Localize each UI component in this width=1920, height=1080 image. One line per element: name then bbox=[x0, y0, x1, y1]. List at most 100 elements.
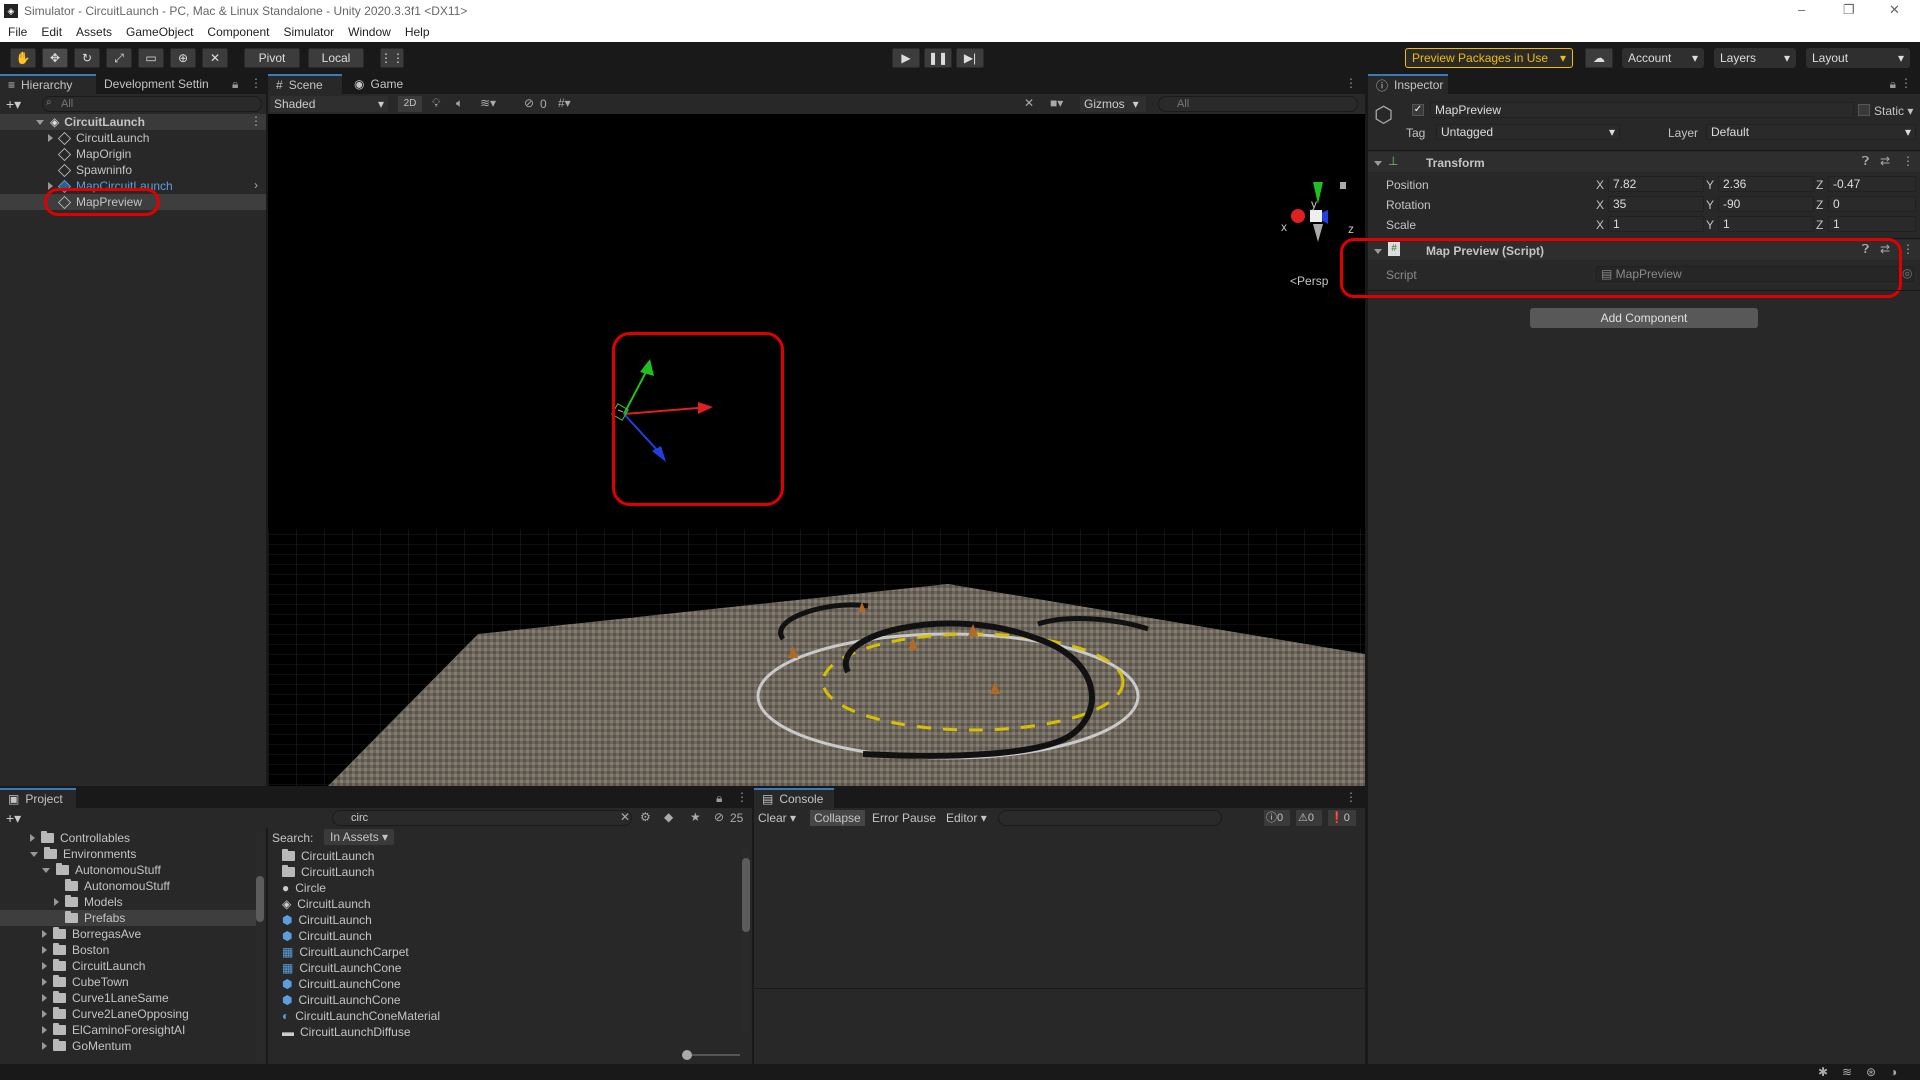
lock-icon[interactable]: 🔒︎ bbox=[232, 77, 238, 92]
search-by-type-icon[interactable]: ⚙ bbox=[640, 810, 651, 824]
project-tree-item[interactable]: Prefabs bbox=[54, 910, 125, 926]
axis-x-label[interactable]: X bbox=[1596, 178, 1604, 192]
expand-icon[interactable] bbox=[30, 834, 35, 842]
play-button[interactable]: ▶ bbox=[892, 48, 920, 68]
scale-z-input[interactable]: 1 bbox=[1828, 216, 1916, 232]
audio-icon[interactable]: 🔈︎ bbox=[456, 96, 463, 111]
zoom-slider-thumb[interactable] bbox=[682, 1050, 692, 1060]
transform-tool-icon[interactable]: ⊕ bbox=[170, 48, 196, 68]
hand-tool-icon[interactable]: ✋ bbox=[10, 48, 36, 68]
hidden-objects-icon[interactable]: ⊘ bbox=[524, 96, 534, 110]
orientation-center-cube[interactable] bbox=[1310, 210, 1322, 222]
active-checkbox[interactable]: ✓ bbox=[1412, 104, 1424, 116]
tab-scene[interactable]: # Scene bbox=[268, 74, 342, 94]
position-x-input[interactable]: 7.82 bbox=[1608, 176, 1704, 192]
search-result-item[interactable]: ⬢ CircuitLaunch bbox=[282, 928, 372, 944]
search-result-item[interactable]: ⬢ CircuitLaunchCone bbox=[282, 992, 401, 1008]
warning-count-toggle[interactable]: ⚠0 bbox=[1296, 810, 1322, 826]
project-tree-item[interactable]: Boston bbox=[42, 942, 109, 958]
zoom-slider-track[interactable] bbox=[684, 1054, 740, 1056]
expand-icon[interactable] bbox=[30, 851, 38, 857]
custom-tool-icon[interactable]: ✕ bbox=[202, 48, 228, 68]
shading-dropdown[interactable]: Shaded ▾ bbox=[270, 96, 388, 112]
static-label[interactable]: Static ▾ bbox=[1874, 104, 1913, 118]
rect-tool-icon[interactable]: ▭ bbox=[138, 48, 164, 68]
move-tool-icon[interactable]: ✥ bbox=[42, 48, 68, 68]
expand-icon[interactable] bbox=[42, 1042, 47, 1050]
expand-icon[interactable] bbox=[36, 119, 44, 125]
help-icon[interactable]: ❓︎ bbox=[1862, 154, 1869, 169]
results-scrollbar[interactable] bbox=[742, 848, 750, 1032]
axis-x-label[interactable]: X bbox=[1596, 198, 1604, 212]
pause-button[interactable]: ❚❚ bbox=[924, 48, 952, 68]
search-result-item[interactable]: ▦ CircuitLaunchCone bbox=[282, 960, 401, 976]
tab-project[interactable]: ▣ Project bbox=[0, 788, 76, 808]
menu-component[interactable]: Component bbox=[207, 25, 269, 39]
rotate-tool-icon[interactable]: ↻ bbox=[74, 48, 100, 68]
tab-hierarchy[interactable]: ≡ Hierarchy bbox=[0, 74, 96, 94]
favorite-icon[interactable]: ★ bbox=[690, 810, 701, 824]
search-result-item[interactable]: ● Circle bbox=[282, 880, 326, 896]
preset-icon[interactable]: ⇄ bbox=[1880, 154, 1890, 168]
expand-icon[interactable] bbox=[42, 994, 47, 1002]
minimize-icon[interactable]: – bbox=[1798, 2, 1805, 17]
project-tree-item[interactable]: Curve1LaneSame bbox=[42, 990, 169, 1006]
menu-file[interactable]: File bbox=[8, 25, 27, 39]
axis-x-label[interactable]: X bbox=[1596, 218, 1604, 232]
add-icon[interactable]: +▾ bbox=[6, 810, 21, 827]
lock-icon[interactable] bbox=[1340, 182, 1346, 189]
layers-icon[interactable]: ≋ bbox=[1842, 1065, 1852, 1079]
component-menu-icon[interactable]: ⋮ bbox=[1902, 154, 1914, 168]
grid-icon[interactable]: #▾ bbox=[558, 96, 571, 110]
project-tree-item[interactable]: AutonomouStuff bbox=[42, 862, 161, 878]
axis-z-label[interactable]: Z bbox=[1816, 178, 1823, 192]
hidden-packages-icon[interactable]: ⊘ bbox=[714, 810, 724, 824]
expand-icon[interactable] bbox=[42, 1010, 47, 1018]
search-result-item[interactable]: ▬ CircuitLaunchDiffuse bbox=[282, 1024, 411, 1040]
more-icon[interactable]: ⋮ bbox=[1345, 76, 1357, 90]
rotation-y-input[interactable]: -90 bbox=[1718, 196, 1814, 212]
scene-root[interactable]: ◈ CircuitLaunch bbox=[36, 114, 145, 130]
hierarchy-item-maporigin[interactable]: MapOrigin bbox=[57, 146, 131, 162]
project-tree-item[interactable]: Curve2LaneOpposing bbox=[42, 1006, 189, 1022]
expand-icon[interactable] bbox=[42, 978, 47, 986]
object-picker-icon[interactable]: ◎ bbox=[1902, 266, 1912, 280]
search-result-item[interactable]: ◈ CircuitLaunch bbox=[282, 896, 371, 912]
search-result-item[interactable]: CircuitLaunch bbox=[282, 864, 374, 880]
more-icon[interactable]: ⋮ bbox=[1345, 790, 1357, 804]
project-tree-item[interactable]: CubeTown bbox=[42, 974, 129, 990]
static-checkbox[interactable] bbox=[1858, 104, 1870, 116]
search-result-item[interactable]: ⬢ CircuitLaunch bbox=[282, 912, 372, 928]
clear-search-icon[interactable]: ✕ bbox=[620, 810, 630, 824]
grid-snap-icon[interactable]: ⋮⋮ bbox=[380, 48, 404, 68]
project-search-input[interactable]: circ bbox=[332, 810, 632, 826]
tag-dropdown[interactable]: Untagged ▾ bbox=[1436, 124, 1620, 140]
expand-icon[interactable] bbox=[42, 946, 47, 954]
tab-inspector[interactable]: ⓘ Inspector bbox=[1368, 74, 1448, 94]
rotation-z-input[interactable]: 0 bbox=[1828, 196, 1916, 212]
hierarchy-search-input[interactable]: All bbox=[42, 96, 262, 112]
project-tree-item[interactable]: Environments bbox=[30, 846, 136, 862]
tools-icon[interactable]: ✕ bbox=[1024, 96, 1034, 110]
scene-viewport[interactable] bbox=[268, 114, 1365, 786]
menu-assets[interactable]: Assets bbox=[76, 25, 112, 39]
light-icon[interactable]: 💡︎ bbox=[432, 96, 440, 111]
add-icon[interactable]: +▾ bbox=[6, 96, 21, 113]
search-result-item[interactable]: ◐ CircuitLaunchConeMaterial bbox=[282, 1008, 440, 1024]
close-icon[interactable]: ✕ bbox=[1889, 2, 1900, 18]
axis-z-label[interactable]: Z bbox=[1816, 198, 1823, 212]
clear-button[interactable]: Clear ▾ bbox=[758, 811, 796, 825]
scale-tool-icon[interactable]: ⤢ bbox=[106, 48, 132, 68]
preview-packages-dropdown[interactable]: Preview Packages in Use ▾ bbox=[1405, 48, 1573, 68]
position-z-input[interactable]: -0.47 bbox=[1828, 176, 1916, 192]
scene-search-input[interactable]: All bbox=[1158, 96, 1358, 112]
project-tree-item[interactable]: Controllables bbox=[30, 830, 130, 846]
project-tree-item[interactable]: BorregasAve bbox=[42, 926, 141, 942]
expand-icon[interactable] bbox=[54, 898, 59, 906]
component-menu-icon[interactable]: ⋮ bbox=[1902, 242, 1914, 256]
console-search-input[interactable] bbox=[998, 810, 1222, 826]
scale-y-input[interactable]: 1 bbox=[1718, 216, 1814, 232]
layout-dropdown[interactable]: Layout ▾ bbox=[1806, 48, 1910, 68]
menu-edit[interactable]: Edit bbox=[41, 25, 62, 39]
search-result-item[interactable]: ⬢ CircuitLaunchCone bbox=[282, 976, 401, 992]
